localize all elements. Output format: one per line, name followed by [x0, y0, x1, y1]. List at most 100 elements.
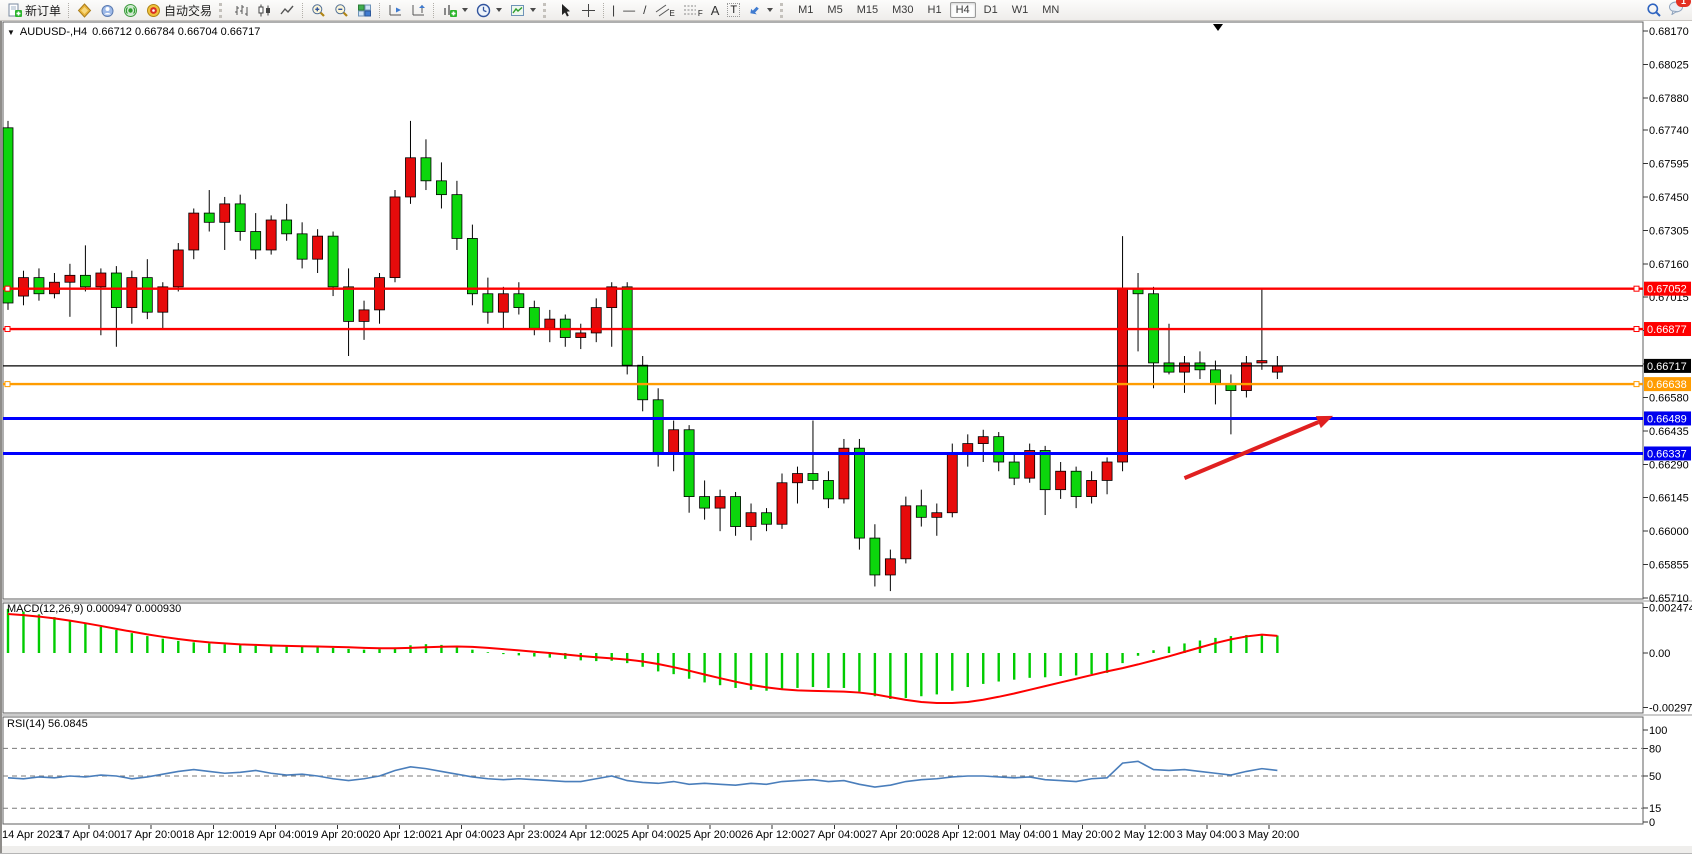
chart-symbol-period: AUDUSD-,H4	[20, 26, 87, 38]
templates-icon	[510, 3, 525, 18]
macd-axis-tick: 0.002474	[1649, 602, 1692, 614]
rsi-axis-tick: 0	[1649, 817, 1655, 829]
cursor-arrow-icon	[558, 3, 573, 18]
text-tool[interactable]: A	[707, 1, 724, 19]
zoom-out-button[interactable]	[330, 1, 353, 19]
time-axis-label: 23 Apr 23:00	[493, 829, 555, 841]
window-bottom-strip	[0, 846, 1692, 853]
auto-trading-button[interactable]: 自动交易	[142, 1, 216, 19]
macd-indicator-label: MACD(12,26,9) 0.000947 0.000930	[7, 603, 181, 615]
symbol-dropdown-icon[interactable]: ▼	[7, 28, 15, 37]
time-axis-label: 2 May 12:00	[1115, 829, 1176, 841]
time-axis-label: 1 May 20:00	[1052, 829, 1113, 841]
arrows-tool-icon	[748, 3, 762, 17]
chart-shift-button[interactable]	[407, 1, 430, 19]
line-chart-type-button[interactable]	[276, 1, 299, 19]
price-axis-tick: 0.67595	[1649, 159, 1689, 171]
timeframe-m5[interactable]: M5	[821, 2, 848, 18]
window-left-edge	[0, 21, 2, 853]
time-axis-label: 1 May 04:00	[990, 829, 1051, 841]
arrows-tool[interactable]	[744, 1, 777, 19]
new-order-label: 新订单	[25, 2, 61, 19]
price-axis-tick: 0.67740	[1649, 125, 1689, 137]
vertical-line-icon: |	[612, 3, 615, 17]
price-axis-tick: 0.67305	[1649, 225, 1689, 237]
indicators-dropdown-caret	[462, 8, 468, 12]
periods-dropdown-caret	[496, 8, 502, 12]
fibonacci-tool[interactable]: F	[679, 1, 707, 19]
price-axis-tick: 0.67450	[1649, 192, 1689, 204]
auto-scroll-button[interactable]	[384, 1, 407, 19]
cursor-button[interactable]	[554, 1, 577, 19]
fibonacci-f-label: F	[698, 9, 703, 18]
horizontal-line-tool[interactable]: —	[619, 1, 639, 19]
trendline-icon: /	[643, 3, 646, 17]
clock-icon	[476, 3, 491, 18]
time-axis-label: 19 Apr 04:00	[244, 829, 306, 841]
trading-terminal-window: 新订单	[0, 0, 1692, 854]
time-axis-label: 3 May 04:00	[1177, 829, 1238, 841]
signals-button[interactable]	[119, 1, 142, 19]
periods-button[interactable]	[472, 1, 506, 19]
gold-badge-icon	[77, 3, 92, 18]
price-axis-tick: 0.65855	[1649, 560, 1689, 572]
price-axis-tick: 0.66145	[1649, 493, 1689, 505]
price-badge-value: 0.66717	[1647, 361, 1687, 373]
community-button[interactable]	[96, 1, 119, 19]
search-icon[interactable]	[1646, 2, 1662, 18]
timeframe-m1[interactable]: M1	[792, 2, 819, 18]
time-axis-label: 27 Apr 20:00	[865, 829, 927, 841]
time-axis-label: 3 May 20:00	[1239, 829, 1300, 841]
candlestick-chart-type-button[interactable]	[253, 1, 276, 19]
signal-icon	[123, 3, 138, 18]
timeframe-h4[interactable]: H4	[950, 2, 976, 18]
rsi-indicator-label: RSI(14) 56.0845	[7, 718, 88, 730]
trendline-tool[interactable]: /	[639, 1, 650, 19]
bar-chart-type-button[interactable]	[230, 1, 253, 19]
time-axis-label: 28 Apr 12:00	[927, 829, 989, 841]
crosshair-button[interactable]	[577, 1, 600, 19]
timeframe-m15[interactable]: M15	[851, 2, 884, 18]
mql5-gold-button[interactable]	[73, 1, 96, 19]
indicators-button[interactable]	[438, 1, 472, 19]
separator	[68, 3, 70, 18]
arrows-dropdown-caret	[767, 8, 773, 12]
text-label-tool[interactable]: T	[723, 1, 744, 19]
zoom-in-button[interactable]	[307, 1, 330, 19]
timeframe-h1[interactable]: H1	[922, 2, 948, 18]
price-axis-tick: 0.66290	[1649, 459, 1689, 471]
main-chart-panel	[3, 22, 1643, 599]
text-label-icon: T	[727, 3, 740, 17]
auto-trading-icon	[146, 3, 161, 18]
separator	[379, 3, 381, 18]
time-axis-label: 14 Apr 2023	[2, 829, 61, 841]
price-axis-tick: 0.66580	[1649, 392, 1689, 404]
text-tool-icon: A	[711, 3, 720, 18]
toolbar-right-group: 1	[1646, 0, 1689, 20]
time-axis-label: 25 Apr 20:00	[679, 829, 741, 841]
chart-ohlc-readout: 0.66712 0.66784 0.66704 0.66717	[92, 26, 260, 38]
templates-button[interactable]	[506, 1, 540, 19]
timeframe-d1[interactable]: D1	[978, 2, 1004, 18]
time-axis-label: 17 Apr 04:00	[58, 829, 120, 841]
tile-windows-button[interactable]	[353, 1, 376, 19]
equidistant-channel-tool[interactable]: E	[651, 1, 679, 19]
crosshair-icon	[581, 3, 596, 18]
separator	[603, 3, 605, 18]
chat-button[interactable]: 1	[1668, 0, 1685, 20]
separator	[433, 3, 435, 18]
price-axis-tick: 0.66435	[1649, 426, 1689, 438]
new-order-button[interactable]: 新订单	[3, 1, 65, 19]
time-axis-label: 18 Apr 12:00	[182, 829, 244, 841]
price-badge-value: 0.66877	[1647, 324, 1687, 336]
time-axis-label: 17 Apr 20:00	[120, 829, 182, 841]
timeframe-mn[interactable]: MN	[1036, 2, 1065, 18]
chart-canvas[interactable]: 0.681700.680250.678800.677400.675950.674…	[0, 0, 1692, 853]
channel-e-label: E	[670, 9, 675, 18]
rsi-axis-tick: 80	[1649, 743, 1661, 755]
vertical-line-tool[interactable]: |	[608, 1, 619, 19]
separator	[302, 3, 304, 18]
price-axis-tick: 0.66000	[1649, 526, 1689, 538]
timeframe-m30[interactable]: M30	[886, 2, 919, 18]
timeframe-w1[interactable]: W1	[1006, 2, 1035, 18]
